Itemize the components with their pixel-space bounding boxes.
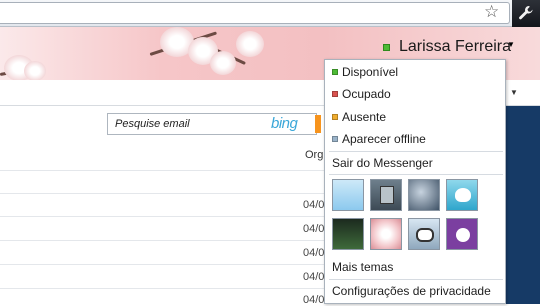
character-figure	[416, 228, 434, 242]
search-button[interactable]	[315, 115, 321, 133]
theme-sky-thumbnail[interactable]	[332, 179, 364, 211]
status-away-item[interactable]: Ausente	[332, 110, 386, 124]
status-offline-item[interactable]: Aparecer offline	[332, 132, 426, 146]
divider	[0, 288, 325, 289]
chevron-down-icon[interactable]: ▼	[507, 40, 515, 49]
status-busy-icon	[332, 91, 338, 97]
status-available-icon	[332, 69, 338, 75]
bing-logo: bing	[271, 115, 298, 132]
status-offline-icon	[332, 136, 338, 142]
theme-character-thumbnail[interactable]	[408, 218, 440, 250]
divider	[0, 216, 325, 217]
theme-blossom-thumbnail[interactable]	[370, 218, 402, 250]
menu-divider	[329, 151, 503, 152]
row-date: 04/0	[303, 294, 325, 306]
star-icon[interactable]: ☆	[484, 2, 499, 22]
blossom-decoration	[24, 61, 46, 80]
wrench-icon[interactable]	[512, 0, 540, 27]
row-date: 04/0	[303, 247, 325, 259]
search-placeholder: Pesquise email	[115, 118, 190, 130]
status-menu: Disponível Ocupado Ausente Aparecer offl…	[324, 59, 506, 304]
theme-robot-thumbnail[interactable]	[370, 179, 402, 211]
status-available-item[interactable]: Disponível	[332, 65, 398, 79]
robot-figure	[380, 186, 394, 204]
chevron-down-icon[interactable]: ▼	[510, 88, 518, 97]
status-away-icon	[332, 114, 338, 120]
status-indicator-icon	[383, 44, 390, 51]
row-date: 04/0	[303, 223, 325, 235]
bird-figure	[455, 188, 471, 202]
blossom-decoration	[236, 31, 264, 57]
divider	[0, 240, 325, 241]
status-busy-item[interactable]: Ocupado	[332, 87, 391, 101]
search-input[interactable]: Pesquise email bing	[107, 113, 321, 135]
divider	[0, 193, 325, 194]
browser-toolbar: ☆	[0, 0, 540, 27]
sign-out-item[interactable]: Sair do Messenger	[332, 156, 433, 170]
more-themes-link[interactable]: Mais temas	[332, 260, 393, 274]
divider	[0, 264, 325, 265]
flower-figure	[456, 228, 470, 242]
theme-bird-thumbnail[interactable]	[446, 179, 478, 211]
theme-storm-thumbnail[interactable]	[408, 179, 440, 211]
theme-purple-flower-thumbnail[interactable]	[446, 218, 478, 250]
menu-divider	[329, 174, 503, 175]
menu-divider	[329, 279, 503, 280]
row-date: 04/0	[303, 271, 325, 283]
theme-dark-green-thumbnail[interactable]	[332, 218, 364, 250]
row-date: 04/0	[303, 199, 325, 211]
blossom-decoration	[210, 51, 236, 75]
user-name[interactable]: Larissa Ferreira	[399, 38, 511, 56]
privacy-settings-link[interactable]: Configurações de privacidade	[332, 284, 491, 298]
column-header-org[interactable]: Org	[305, 149, 323, 161]
divider	[0, 170, 325, 171]
address-bar[interactable]	[0, 2, 510, 24]
side-panel	[505, 106, 540, 304]
